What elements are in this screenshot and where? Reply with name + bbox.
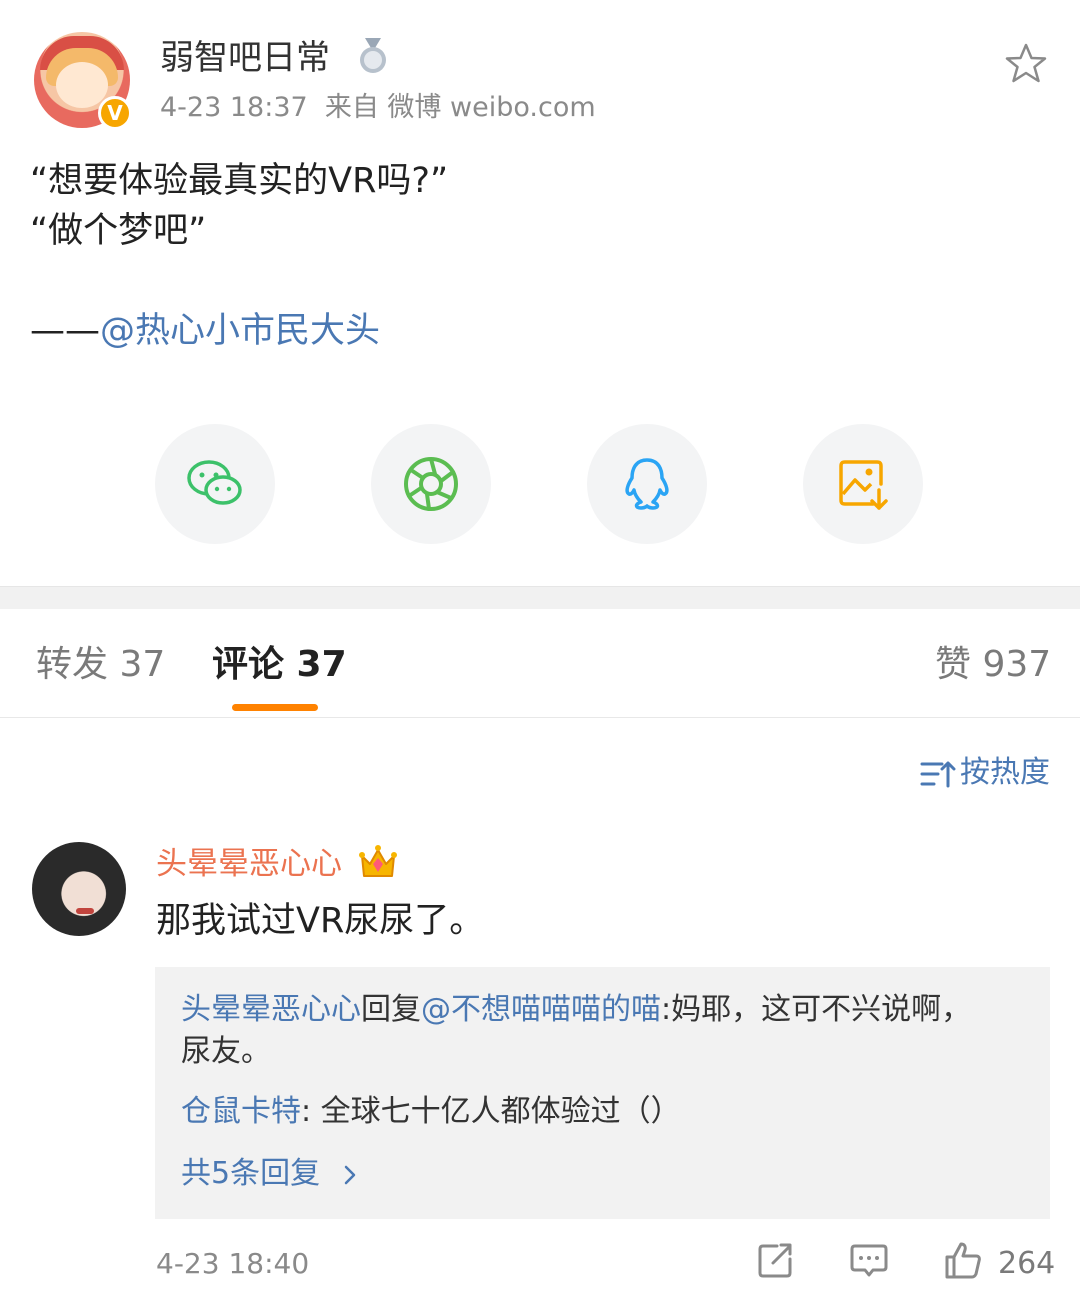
comment-like-count: 264 — [998, 1246, 1056, 1281]
tab-likes[interactable]: 赞 937 — [935, 640, 1051, 690]
more-replies-link[interactable]: 共5条回复 — [181, 1153, 1031, 1195]
post-signature: ——@热心小市民大头 — [30, 311, 381, 351]
share-moments-button[interactable] — [371, 424, 491, 544]
medal-icon — [360, 38, 386, 73]
qq-penguin-icon — [625, 458, 669, 510]
post-time-source: 4-23 18:37 来自 微博 weibo.com — [160, 90, 596, 126]
reply-item-1: 头晕晕恶心心回复@不想喵喵喵的喵:妈耶，这可不兴说啊， 尿友。 — [181, 992, 972, 1069]
like-thumb-icon[interactable] — [943, 1240, 983, 1280]
reply-2-user[interactable]: 仓鼠卡特 — [181, 1094, 301, 1129]
tab-comments[interactable]: 评论 37 — [212, 640, 347, 690]
active-tab-indicator — [232, 704, 318, 711]
reply-item-2: 仓鼠卡特: 全球七十亿人都体验过（） — [181, 1094, 681, 1129]
sort-by-hot-button[interactable]: 按热度 — [920, 752, 1050, 794]
moments-aperture-icon — [404, 457, 458, 511]
verified-badge-icon: V — [98, 96, 132, 130]
favorite-star-icon[interactable] — [1004, 42, 1048, 86]
post-line-2: “做个梦吧” — [30, 211, 207, 251]
sort-icon — [920, 761, 956, 787]
share-qq-button[interactable] — [587, 424, 707, 544]
chevron-right-icon — [344, 1165, 355, 1184]
tabs-divider — [0, 717, 1080, 718]
comment-text: 那我试过VR尿尿了。 — [156, 901, 485, 941]
post-line-1: “想要体验最真实的VR吗?” — [30, 161, 449, 201]
reply-1-user[interactable]: 头晕晕恶心心 — [181, 992, 361, 1027]
reply-1-target[interactable]: @不想喵喵喵的喵 — [421, 992, 661, 1027]
post-content: “想要体验最真实的VR吗?” “做个梦吧” ——@热心小市民大头 — [30, 156, 1050, 356]
crown-vip-icon — [359, 845, 397, 877]
author-name[interactable]: 弱智吧日常 — [160, 36, 330, 80]
wechat-icon — [187, 460, 242, 505]
repost-comment-icon[interactable] — [755, 1240, 795, 1280]
save-image-icon — [839, 460, 888, 510]
reply-comment-icon[interactable] — [849, 1240, 889, 1280]
signature-mention-link[interactable]: @热心小市民大头 — [100, 311, 380, 351]
share-wechat-button[interactable] — [155, 424, 275, 544]
comment-time: 4-23 18:40 — [156, 1247, 310, 1280]
more-replies-label: 共5条回复 — [181, 1156, 321, 1191]
section-divider — [0, 586, 1080, 609]
save-image-button[interactable] — [803, 424, 923, 544]
post-source: 来自 微博 weibo.com — [324, 92, 596, 123]
commenter-avatar[interactable] — [32, 842, 126, 936]
replies-box[interactable]: 头晕晕恶心心回复@不想喵喵喵的喵:妈耶，这可不兴说啊， 尿友。 仓鼠卡特: 全球… — [155, 967, 1050, 1219]
commenter-name[interactable]: 头晕晕恶心心 — [156, 842, 342, 886]
sort-label: 按热度 — [960, 755, 1050, 790]
post-blank-line — [30, 256, 1050, 306]
post-time: 4-23 18:37 — [160, 92, 308, 123]
tab-repost[interactable]: 转发 37 — [36, 640, 165, 690]
